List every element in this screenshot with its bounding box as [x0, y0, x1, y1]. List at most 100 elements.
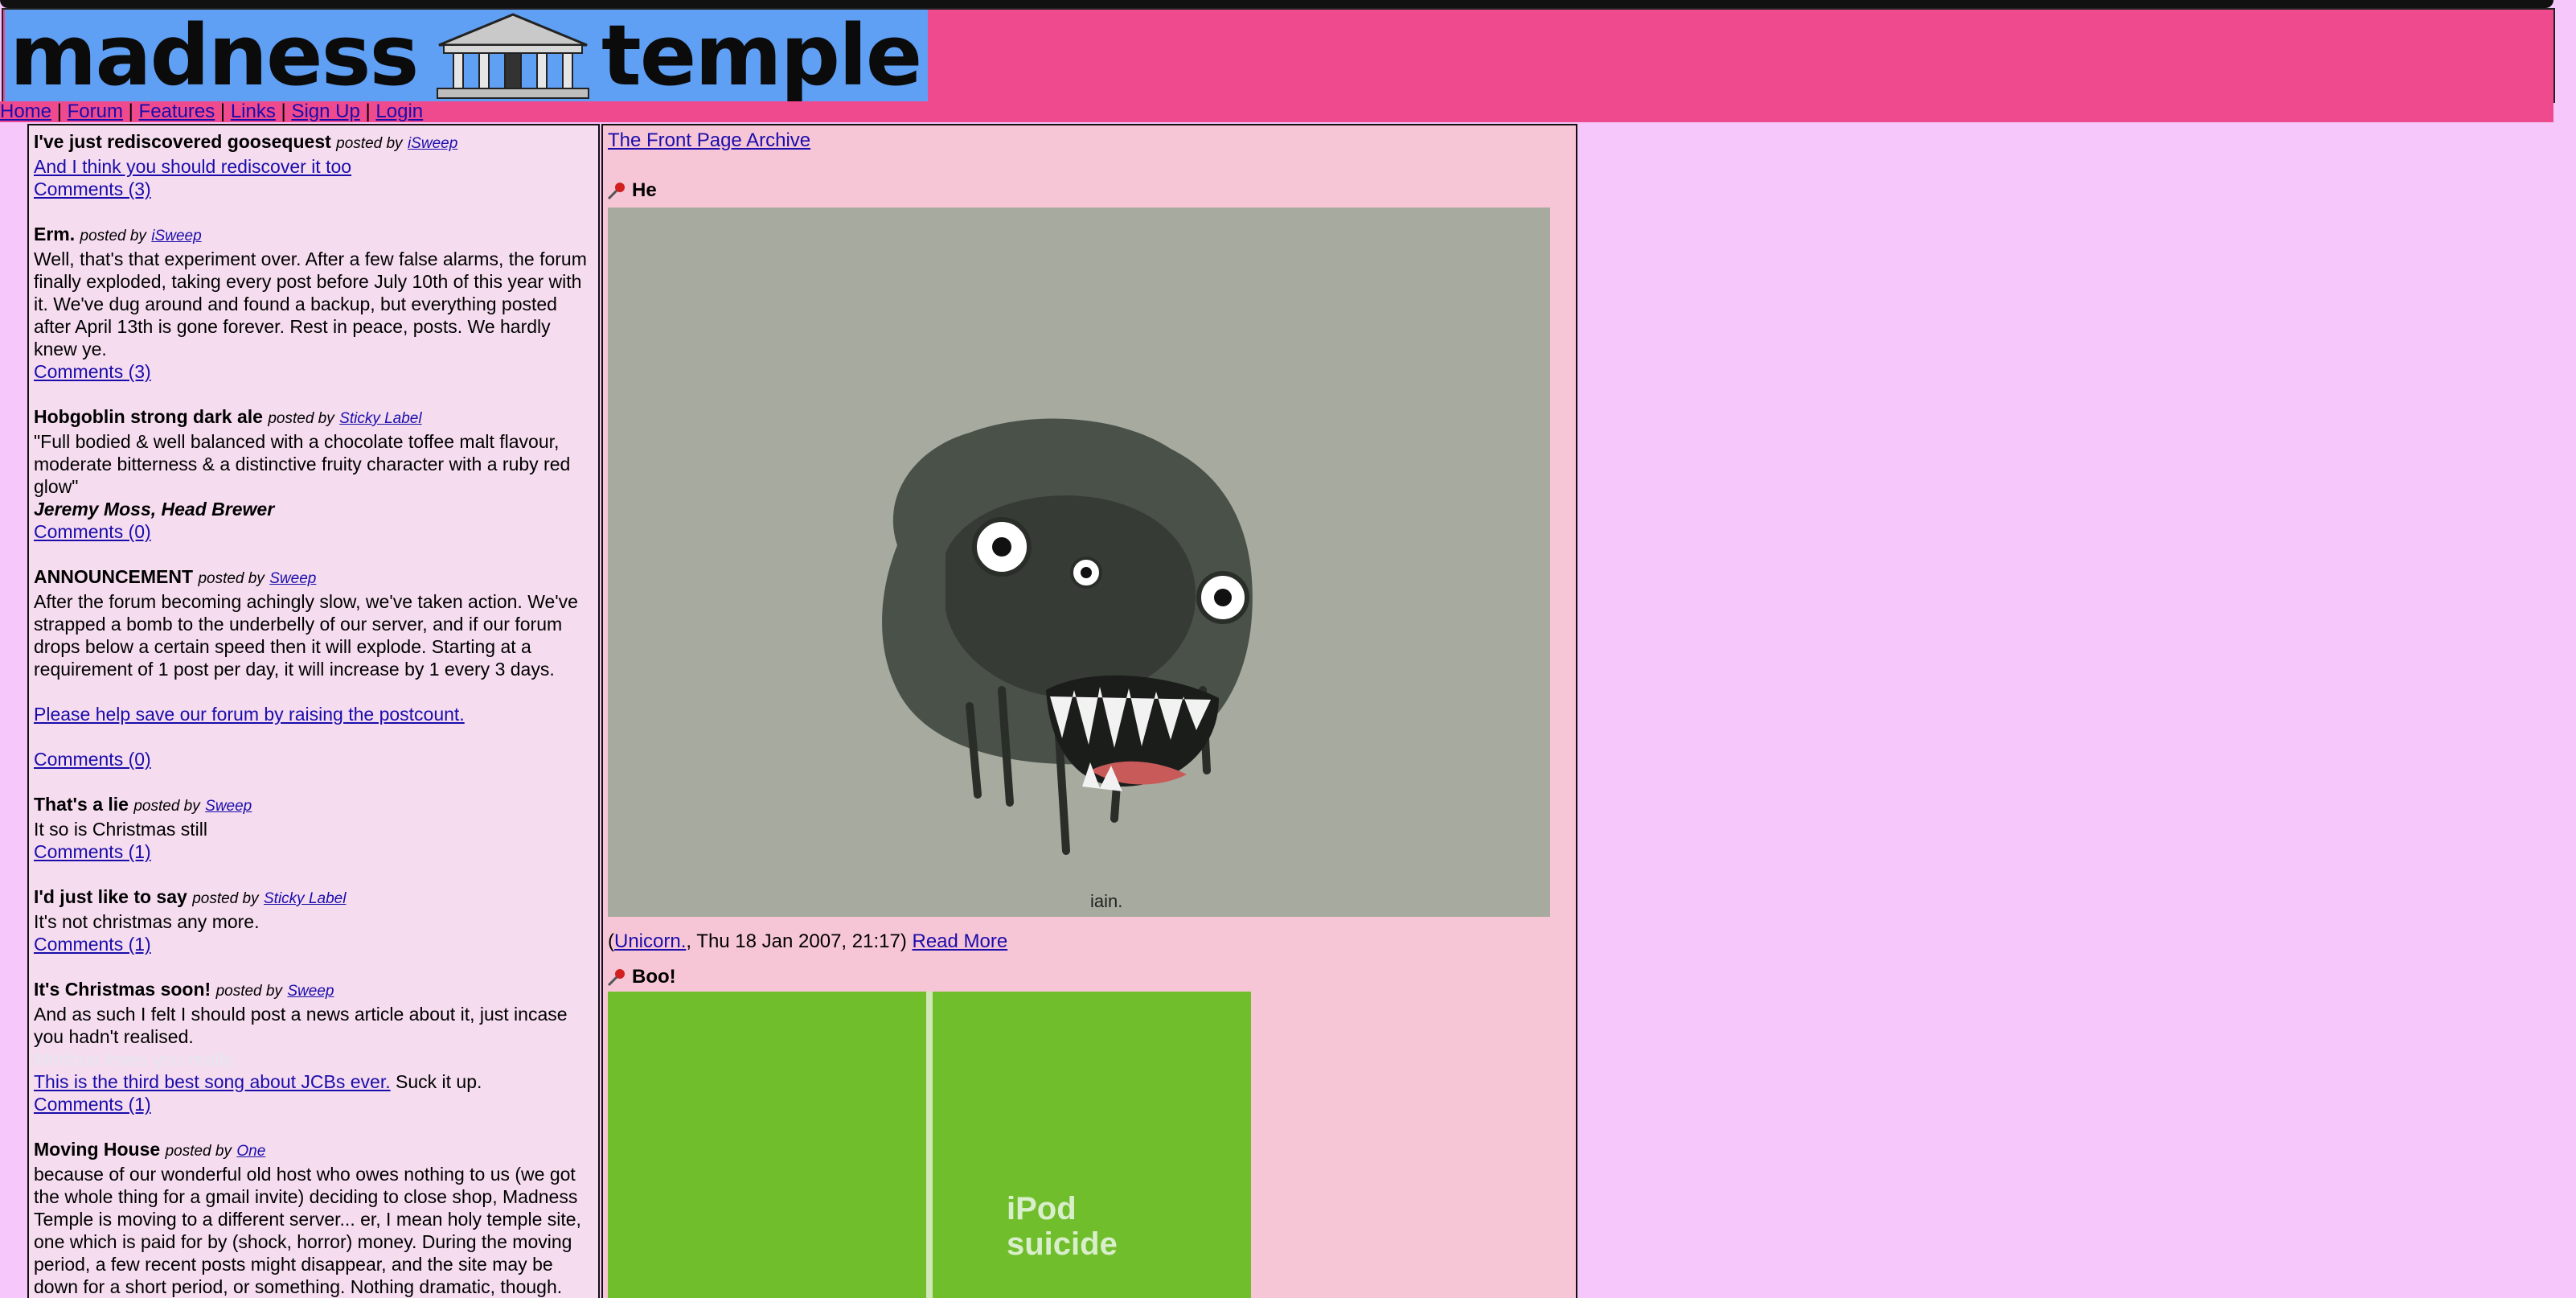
monster-drawing: iain.: [882, 418, 1253, 911]
post-body: After the forum becoming achingly slow, …: [34, 591, 578, 680]
post-title: ANNOUNCEMENT: [34, 566, 194, 587]
comments-link[interactable]: Comments (3): [34, 361, 151, 382]
news-post: I've just rediscovered goosequest posted…: [34, 130, 593, 200]
entry-title-he: He: [606, 179, 657, 203]
posted-by-label: posted by: [215, 983, 282, 1000]
author-link[interactable]: Sticky Label: [264, 890, 346, 907]
entry-author-link[interactable]: Unicorn.: [614, 930, 686, 952]
post-header: ANNOUNCEMENT posted by Sweep: [34, 565, 593, 590]
front-page-column: The Front Page Archive He iain. (Unicorn: [601, 124, 1577, 1298]
posted-by-label: posted by: [192, 890, 259, 907]
post-title: That's a lie: [34, 794, 129, 815]
site-logo[interactable]: madness temple: [5, 10, 928, 101]
nav-link-sign-up[interactable]: Sign Up: [291, 101, 359, 122]
post-link[interactable]: And I think you should rediscover it too: [34, 156, 351, 177]
nav-link-forum[interactable]: Forum: [68, 101, 123, 122]
post-body: And as such I felt I should post a news …: [34, 1004, 568, 1047]
author-link[interactable]: Sticky Label: [339, 410, 421, 427]
read-more-link[interactable]: Read More: [912, 930, 1007, 952]
author-link[interactable]: Sweep: [287, 983, 334, 1000]
post-signature: Jeremy Moss, Head Brewer: [34, 499, 275, 520]
post-header: Moving House posted by One: [34, 1138, 593, 1163]
comments-line: Comments (1): [34, 933, 593, 955]
post-link-line: This is the third best song about JCBs e…: [34, 1070, 593, 1093]
nav-separator: |: [56, 101, 62, 122]
post-title: Erm.: [34, 224, 76, 244]
posted-by-label: posted by: [133, 798, 200, 815]
posted-by-label: posted by: [80, 228, 146, 244]
post-body: because of our wonderful old host who ow…: [34, 1164, 581, 1297]
temple-icon: [437, 13, 589, 99]
post-link-line: Please help save our forum by raising th…: [34, 703, 593, 725]
post-body: It's not christmas any more.: [34, 911, 260, 932]
entry-title-boo: Boo!: [606, 965, 676, 989]
news-column: I've just rediscovered goosequest posted…: [27, 124, 600, 1298]
post-link-suffix: Suck it up.: [390, 1071, 482, 1092]
logo-word-madness: madness: [10, 6, 419, 105]
nav-link-home[interactable]: Home: [0, 101, 51, 122]
hidden-message: Minitrue loves you really.: [34, 1049, 236, 1070]
comments-line: Comments (1): [34, 840, 593, 863]
site-banner: madness temple: [2, 8, 2555, 103]
post-header: Hobgoblin strong dark ale posted by Stic…: [34, 405, 593, 430]
post-link-line: And I think you should rediscover it too: [34, 155, 593, 178]
news-post: Erm. posted by iSweep Well, that's that e…: [34, 223, 593, 383]
nav-link-features[interactable]: Features: [139, 101, 215, 122]
monster-drawing-image[interactable]: iain.: [608, 207, 1550, 917]
comments-link[interactable]: Comments (0): [34, 749, 151, 770]
news-post: Hobgoblin strong dark ale posted by Stic…: [34, 405, 593, 543]
ipod-suicide-image[interactable]: iPod suicide: [608, 992, 1251, 1298]
nav-link-links[interactable]: Links: [231, 101, 276, 122]
drawing-signature: iain.: [1090, 891, 1122, 911]
post-header: That's a lie posted by Sweep: [34, 793, 593, 818]
front-page-archive-link[interactable]: The Front Page Archive: [608, 129, 810, 151]
entry-title: He: [632, 179, 657, 201]
post-title: Hobgoblin strong dark ale: [34, 406, 263, 427]
posted-by-label: posted by: [198, 570, 265, 587]
news-post: Moving House posted by One because of our…: [34, 1138, 593, 1298]
comments-link[interactable]: Comments (1): [34, 1094, 151, 1115]
comments-line: Comments (1): [34, 1093, 593, 1115]
poster-divider: [926, 992, 933, 1298]
post-link[interactable]: This is the third best song about JCBs e…: [34, 1071, 391, 1092]
comments-link[interactable]: Comments (0): [34, 521, 151, 542]
entry-meta: (Unicorn., Thu 18 Jan 2007, 21:17) Read …: [608, 930, 1008, 952]
post-header: I've just rediscovered goosequest posted…: [34, 130, 593, 155]
pin-icon: [607, 183, 625, 200]
post-title: Moving House: [34, 1139, 161, 1160]
author-link[interactable]: Sweep: [205, 798, 252, 815]
post-title: It's Christmas soon!: [34, 979, 211, 1000]
post-title: I'd just like to say: [34, 886, 187, 907]
nav-separator: |: [219, 101, 226, 122]
comments-link[interactable]: Comments (1): [34, 841, 151, 862]
poster-text: iPod suicide: [1007, 1191, 1118, 1262]
comments-line: Comments (0): [34, 520, 593, 543]
post-header: Erm. posted by iSweep: [34, 223, 593, 248]
author-link[interactable]: Sweep: [269, 570, 316, 587]
post-title: I've just rediscovered goosequest: [34, 131, 331, 152]
comments-link[interactable]: Comments (3): [34, 179, 151, 199]
post-link[interactable]: Please help save our forum by raising th…: [34, 704, 465, 725]
author-link[interactable]: iSweep: [408, 135, 457, 152]
news-post: That's a lie posted by Sweep It so is Chr…: [34, 793, 593, 863]
posted-by-label: posted by: [165, 1143, 232, 1160]
news-post: It's Christmas soon! posted by Sweep And …: [34, 978, 593, 1115]
entry-title: Boo!: [632, 966, 676, 988]
nav-separator: |: [128, 101, 133, 122]
post-header: It's Christmas soon! posted by Sweep: [34, 978, 593, 1003]
post-body: "Full bodied & well balanced with a choc…: [34, 431, 571, 497]
post-body: Well, that's that experiment over. After…: [34, 249, 587, 359]
nav-link-login[interactable]: Login: [375, 101, 423, 122]
author-link[interactable]: iSweep: [151, 228, 201, 244]
comments-line: Comments (3): [34, 360, 593, 383]
top-nav: Home | Forum | Features | Links | Sign U…: [0, 101, 2553, 122]
nav-separator: |: [281, 101, 286, 122]
comments-link[interactable]: Comments (1): [34, 934, 151, 955]
comments-line: Comments (3): [34, 178, 593, 200]
author-link[interactable]: One: [236, 1143, 265, 1160]
news-post: ANNOUNCEMENT posted by Sweep After the fo…: [34, 565, 593, 770]
comments-line: Comments (0): [34, 748, 593, 770]
post-header: I'd just like to say posted by Sticky La…: [34, 885, 593, 910]
posted-by-label: posted by: [268, 410, 334, 427]
posted-by-label: posted by: [336, 135, 403, 152]
